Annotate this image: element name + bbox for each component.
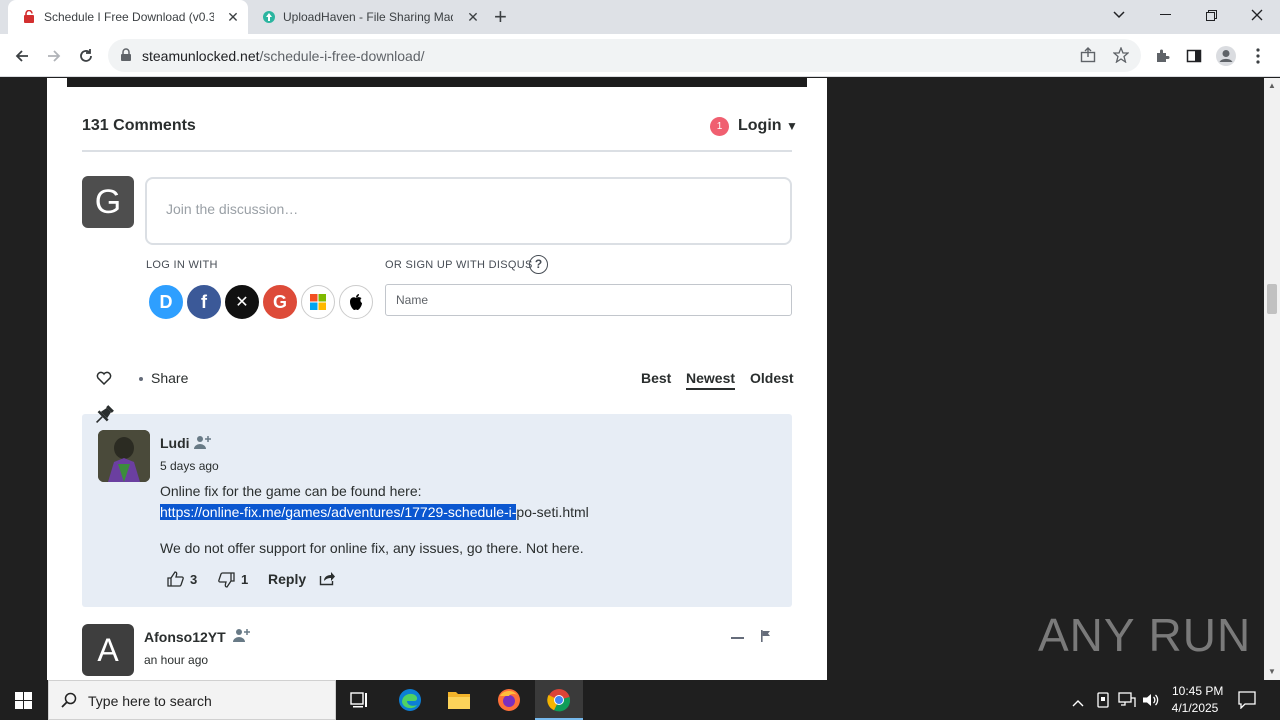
comment-timestamp[interactable]: an hour ago: [144, 653, 208, 667]
steamunlocked-favicon-icon: [22, 9, 36, 24]
close-tab-icon[interactable]: ✕: [466, 10, 480, 24]
reply-button[interactable]: Reply: [268, 571, 306, 587]
sort-best-tab[interactable]: Best: [641, 370, 671, 386]
volume-icon[interactable]: [1142, 692, 1160, 713]
article-footer-bar: [67, 78, 807, 87]
taskbar-search-box[interactable]: Type here to search: [48, 680, 336, 720]
notifications-icon[interactable]: [1238, 691, 1256, 714]
microsoft-login-icon[interactable]: [301, 285, 335, 319]
share-page-icon[interactable]: [1080, 47, 1096, 68]
windows-taskbar: Type here to search 10:45 PM 4/1/2025: [0, 680, 1280, 720]
edge-browser-icon[interactable]: [398, 688, 422, 717]
sign-up-label: OR SIGN UP WITH DISQUS: [385, 259, 533, 271]
task-view-icon[interactable]: [350, 691, 370, 714]
bookmark-star-icon[interactable]: [1112, 46, 1130, 68]
chrome-taskbar-button[interactable]: [535, 680, 583, 720]
sort-oldest-tab[interactable]: Oldest: [750, 370, 794, 386]
comment-input[interactable]: Join the discussion…: [145, 177, 792, 245]
disqus-login-icon[interactable]: D: [149, 285, 183, 319]
extensions-puzzle-icon[interactable]: [1148, 42, 1176, 70]
tab-schedule[interactable]: Schedule I Free Download (v0.3.3 ✕: [8, 0, 248, 34]
comments-section: 131 Comments 1 Login ▼ G Join the discus…: [47, 78, 827, 680]
scrollbar-thumb[interactable]: [1267, 284, 1277, 314]
help-icon[interactable]: ?: [529, 255, 548, 274]
tab-title: Schedule I Free Download (v0.3.3: [44, 10, 214, 24]
afonso-avatar[interactable]: A: [82, 624, 134, 676]
login-menu[interactable]: Login ▼: [738, 117, 798, 135]
facebook-login-icon[interactable]: f: [187, 285, 221, 319]
caret-down-icon: ▼: [786, 119, 798, 133]
clock-date[interactable]: 4/1/2025: [1170, 701, 1220, 715]
page-scrollbar[interactable]: ▲ ▼: [1264, 78, 1280, 680]
device-icon[interactable]: [1096, 692, 1110, 713]
tab-search-chevron-icon[interactable]: [1096, 0, 1142, 30]
firefox-icon[interactable]: [497, 688, 521, 717]
tab-uploadhaven[interactable]: UploadHaven - File Sharing Made ✕: [250, 0, 488, 34]
restore-icon[interactable]: [1188, 0, 1234, 30]
kebab-menu-icon[interactable]: [1244, 42, 1272, 70]
comment-text-line: Online fix for the game can be found her…: [160, 483, 422, 499]
search-icon: [61, 692, 77, 713]
file-explorer-icon[interactable]: [447, 689, 471, 716]
url-text: steamunlocked.net/schedule-i-free-downlo…: [142, 48, 425, 64]
separator-dot: [139, 377, 143, 381]
anyrun-watermark: ANY RUN: [1038, 609, 1252, 661]
share-comment-icon[interactable]: [319, 571, 336, 591]
ludi-avatar[interactable]: [98, 430, 150, 482]
follow-user-icon[interactable]: [194, 434, 212, 455]
back-arrow-icon[interactable]: [8, 42, 36, 70]
upvote-count: 3: [190, 572, 198, 587]
windows-start-icon[interactable]: [15, 692, 32, 714]
log-in-with-label: LOG IN WITH: [146, 259, 218, 271]
share-button[interactable]: Share: [151, 370, 188, 386]
follow-user-icon[interactable]: [233, 627, 251, 648]
tab-strip: Schedule I Free Download (v0.3.3 ✕ Uploa…: [0, 0, 1280, 34]
uploadhaven-favicon-icon: [262, 10, 276, 24]
new-tab-button[interactable]: +: [494, 0, 524, 34]
downvote-count: 1: [241, 572, 249, 587]
sort-newest-tab[interactable]: Newest: [686, 370, 736, 390]
scroll-down-icon[interactable]: ▼: [1268, 667, 1276, 676]
heart-recommend-icon[interactable]: [96, 371, 112, 390]
google-login-icon[interactable]: G: [263, 285, 297, 319]
chrome-icon: [547, 688, 571, 717]
comment-author[interactable]: Afonso12YT: [144, 629, 226, 645]
scroll-up-icon[interactable]: ▲: [1268, 81, 1276, 90]
comment-count: 131 Comments: [82, 117, 196, 134]
guest-avatar: G: [82, 176, 134, 228]
notification-badge[interactable]: 1: [710, 117, 729, 136]
clock-time[interactable]: 10:45 PM: [1172, 684, 1223, 698]
address-bar[interactable]: steamunlocked.net/schedule-i-free-downlo…: [108, 39, 1141, 72]
comment-author[interactable]: Ludi: [160, 435, 190, 451]
lock-icon[interactable]: [120, 48, 132, 67]
side-panel-icon[interactable]: [1180, 42, 1208, 70]
reload-icon[interactable]: [72, 42, 100, 70]
tab-title: UploadHaven - File Sharing Made: [283, 10, 453, 24]
apple-login-icon[interactable]: [339, 285, 373, 319]
header-divider: [82, 150, 792, 152]
hidden-icons-chevron-icon[interactable]: [1072, 694, 1084, 712]
online-fix-link[interactable]: https://online-fix.me/games/adventures/1…: [160, 504, 589, 520]
browser-toolbar: steamunlocked.net/schedule-i-free-downlo…: [0, 34, 1280, 77]
close-window-icon[interactable]: [1234, 0, 1280, 30]
x-login-icon[interactable]: ✕: [225, 285, 259, 319]
network-icon[interactable]: [1118, 692, 1136, 713]
flag-icon[interactable]: [761, 629, 771, 647]
name-input[interactable]: Name: [385, 284, 792, 316]
upvote-icon[interactable]: [167, 571, 184, 592]
pin-icon: [91, 402, 117, 433]
forward-arrow-icon[interactable]: [40, 42, 68, 70]
page-viewport: 131 Comments 1 Login ▼ G Join the discus…: [0, 78, 1264, 680]
profile-avatar-icon[interactable]: [1212, 42, 1240, 70]
comment-text-line: We do not offer support for online fix, …: [160, 540, 584, 556]
collapse-icon[interactable]: [731, 637, 744, 639]
comment-timestamp[interactable]: 5 days ago: [160, 459, 219, 473]
downvote-icon[interactable]: [218, 572, 235, 593]
minimize-icon[interactable]: [1142, 0, 1188, 30]
close-tab-icon[interactable]: ✕: [226, 10, 240, 24]
